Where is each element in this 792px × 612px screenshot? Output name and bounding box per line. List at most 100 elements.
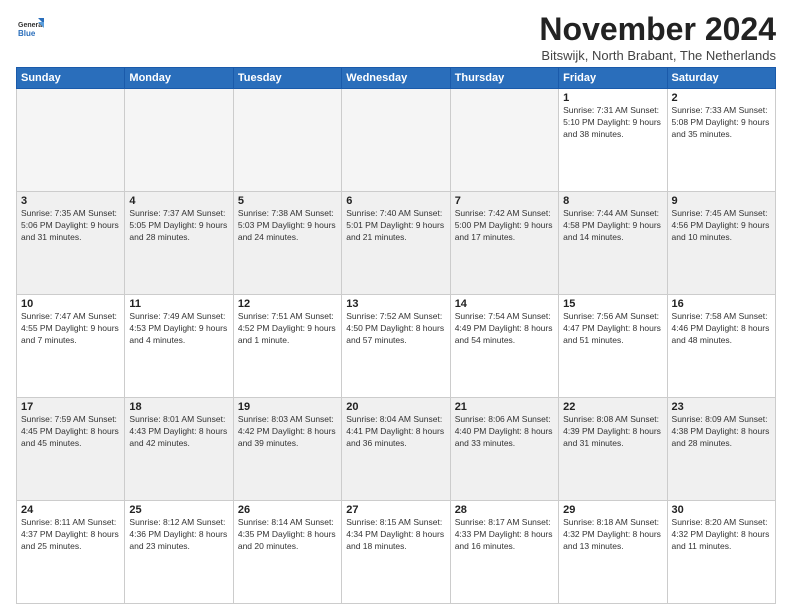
month-title: November 2024 xyxy=(539,12,776,47)
day-detail: Sunrise: 8:03 AM Sunset: 4:42 PM Dayligh… xyxy=(238,414,337,450)
day-number: 2 xyxy=(672,92,771,104)
header-row: General Blue November 2024 Bitswijk, Nor… xyxy=(16,12,776,63)
calendar-cell: 27Sunrise: 8:15 AM Sunset: 4:34 PM Dayli… xyxy=(342,501,450,604)
header-sunday: Sunday xyxy=(17,68,125,89)
day-number: 13 xyxy=(346,298,445,310)
day-number: 9 xyxy=(672,195,771,207)
calendar-cell: 1Sunrise: 7:31 AM Sunset: 5:10 PM Daylig… xyxy=(559,89,667,192)
calendar-cell: 6Sunrise: 7:40 AM Sunset: 5:01 PM Daylig… xyxy=(342,192,450,295)
calendar-cell: 17Sunrise: 7:59 AM Sunset: 4:45 PM Dayli… xyxy=(17,398,125,501)
calendar-cell: 14Sunrise: 7:54 AM Sunset: 4:49 PM Dayli… xyxy=(450,295,558,398)
day-number: 23 xyxy=(672,401,771,413)
day-number: 11 xyxy=(129,298,228,310)
day-detail: Sunrise: 7:33 AM Sunset: 5:08 PM Dayligh… xyxy=(672,105,771,141)
day-number: 25 xyxy=(129,504,228,516)
day-detail: Sunrise: 7:45 AM Sunset: 4:56 PM Dayligh… xyxy=(672,208,771,244)
calendar-cell xyxy=(17,89,125,192)
day-number: 10 xyxy=(21,298,120,310)
calendar-cell xyxy=(342,89,450,192)
day-detail: Sunrise: 7:47 AM Sunset: 4:55 PM Dayligh… xyxy=(21,311,120,347)
calendar-cell: 24Sunrise: 8:11 AM Sunset: 4:37 PM Dayli… xyxy=(17,501,125,604)
day-detail: Sunrise: 7:52 AM Sunset: 4:50 PM Dayligh… xyxy=(346,311,445,347)
day-number: 24 xyxy=(21,504,120,516)
day-number: 16 xyxy=(672,298,771,310)
day-detail: Sunrise: 7:51 AM Sunset: 4:52 PM Dayligh… xyxy=(238,311,337,347)
calendar-cell xyxy=(125,89,233,192)
day-number: 15 xyxy=(563,298,662,310)
day-detail: Sunrise: 8:01 AM Sunset: 4:43 PM Dayligh… xyxy=(129,414,228,450)
calendar-table: Sunday Monday Tuesday Wednesday Thursday… xyxy=(16,67,776,604)
day-detail: Sunrise: 8:06 AM Sunset: 4:40 PM Dayligh… xyxy=(455,414,554,450)
calendar-cell: 15Sunrise: 7:56 AM Sunset: 4:47 PM Dayli… xyxy=(559,295,667,398)
calendar-week-row: 1Sunrise: 7:31 AM Sunset: 5:10 PM Daylig… xyxy=(17,89,776,192)
page: General Blue November 2024 Bitswijk, Nor… xyxy=(0,0,792,612)
day-number: 1 xyxy=(563,92,662,104)
day-number: 27 xyxy=(346,504,445,516)
day-number: 5 xyxy=(238,195,337,207)
calendar-week-row: 10Sunrise: 7:47 AM Sunset: 4:55 PM Dayli… xyxy=(17,295,776,398)
day-detail: Sunrise: 8:17 AM Sunset: 4:33 PM Dayligh… xyxy=(455,517,554,553)
calendar-cell: 20Sunrise: 8:04 AM Sunset: 4:41 PM Dayli… xyxy=(342,398,450,501)
svg-text:Blue: Blue xyxy=(18,29,36,38)
calendar-cell: 10Sunrise: 7:47 AM Sunset: 4:55 PM Dayli… xyxy=(17,295,125,398)
calendar-cell: 11Sunrise: 7:49 AM Sunset: 4:53 PM Dayli… xyxy=(125,295,233,398)
logo-icon: General Blue xyxy=(16,14,44,42)
day-detail: Sunrise: 8:08 AM Sunset: 4:39 PM Dayligh… xyxy=(563,414,662,450)
calendar-cell: 19Sunrise: 8:03 AM Sunset: 4:42 PM Dayli… xyxy=(233,398,341,501)
day-detail: Sunrise: 7:56 AM Sunset: 4:47 PM Dayligh… xyxy=(563,311,662,347)
calendar-cell: 29Sunrise: 8:18 AM Sunset: 4:32 PM Dayli… xyxy=(559,501,667,604)
day-detail: Sunrise: 8:09 AM Sunset: 4:38 PM Dayligh… xyxy=(672,414,771,450)
calendar-cell: 4Sunrise: 7:37 AM Sunset: 5:05 PM Daylig… xyxy=(125,192,233,295)
day-detail: Sunrise: 7:37 AM Sunset: 5:05 PM Dayligh… xyxy=(129,208,228,244)
day-detail: Sunrise: 8:18 AM Sunset: 4:32 PM Dayligh… xyxy=(563,517,662,553)
calendar-week-row: 3Sunrise: 7:35 AM Sunset: 5:06 PM Daylig… xyxy=(17,192,776,295)
day-number: 8 xyxy=(563,195,662,207)
calendar-cell: 13Sunrise: 7:52 AM Sunset: 4:50 PM Dayli… xyxy=(342,295,450,398)
title-block: November 2024 Bitswijk, North Brabant, T… xyxy=(539,12,776,63)
calendar-cell: 28Sunrise: 8:17 AM Sunset: 4:33 PM Dayli… xyxy=(450,501,558,604)
day-detail: Sunrise: 7:40 AM Sunset: 5:01 PM Dayligh… xyxy=(346,208,445,244)
calendar-cell: 8Sunrise: 7:44 AM Sunset: 4:58 PM Daylig… xyxy=(559,192,667,295)
day-detail: Sunrise: 7:38 AM Sunset: 5:03 PM Dayligh… xyxy=(238,208,337,244)
day-detail: Sunrise: 7:31 AM Sunset: 5:10 PM Dayligh… xyxy=(563,105,662,141)
day-number: 22 xyxy=(563,401,662,413)
calendar-cell: 16Sunrise: 7:58 AM Sunset: 4:46 PM Dayli… xyxy=(667,295,775,398)
day-detail: Sunrise: 7:44 AM Sunset: 4:58 PM Dayligh… xyxy=(563,208,662,244)
header-saturday: Saturday xyxy=(667,68,775,89)
calendar-cell: 25Sunrise: 8:12 AM Sunset: 4:36 PM Dayli… xyxy=(125,501,233,604)
day-detail: Sunrise: 7:59 AM Sunset: 4:45 PM Dayligh… xyxy=(21,414,120,450)
day-number: 17 xyxy=(21,401,120,413)
location-subtitle: Bitswijk, North Brabant, The Netherlands xyxy=(539,48,776,63)
calendar-cell: 9Sunrise: 7:45 AM Sunset: 4:56 PM Daylig… xyxy=(667,192,775,295)
weekday-header-row: Sunday Monday Tuesday Wednesday Thursday… xyxy=(17,68,776,89)
calendar-week-row: 17Sunrise: 7:59 AM Sunset: 4:45 PM Dayli… xyxy=(17,398,776,501)
calendar-cell: 22Sunrise: 8:08 AM Sunset: 4:39 PM Dayli… xyxy=(559,398,667,501)
day-detail: Sunrise: 7:54 AM Sunset: 4:49 PM Dayligh… xyxy=(455,311,554,347)
calendar-cell: 5Sunrise: 7:38 AM Sunset: 5:03 PM Daylig… xyxy=(233,192,341,295)
logo: General Blue xyxy=(16,14,46,42)
calendar-cell: 2Sunrise: 7:33 AM Sunset: 5:08 PM Daylig… xyxy=(667,89,775,192)
calendar-cell: 12Sunrise: 7:51 AM Sunset: 4:52 PM Dayli… xyxy=(233,295,341,398)
calendar-week-row: 24Sunrise: 8:11 AM Sunset: 4:37 PM Dayli… xyxy=(17,501,776,604)
header-monday: Monday xyxy=(125,68,233,89)
calendar-cell: 18Sunrise: 8:01 AM Sunset: 4:43 PM Dayli… xyxy=(125,398,233,501)
header-wednesday: Wednesday xyxy=(342,68,450,89)
calendar-cell: 30Sunrise: 8:20 AM Sunset: 4:32 PM Dayli… xyxy=(667,501,775,604)
day-number: 30 xyxy=(672,504,771,516)
calendar-cell xyxy=(450,89,558,192)
day-detail: Sunrise: 7:49 AM Sunset: 4:53 PM Dayligh… xyxy=(129,311,228,347)
day-detail: Sunrise: 8:14 AM Sunset: 4:35 PM Dayligh… xyxy=(238,517,337,553)
day-number: 14 xyxy=(455,298,554,310)
calendar-cell: 23Sunrise: 8:09 AM Sunset: 4:38 PM Dayli… xyxy=(667,398,775,501)
day-number: 3 xyxy=(21,195,120,207)
calendar-cell: 26Sunrise: 8:14 AM Sunset: 4:35 PM Dayli… xyxy=(233,501,341,604)
day-number: 28 xyxy=(455,504,554,516)
header-tuesday: Tuesday xyxy=(233,68,341,89)
calendar-cell: 7Sunrise: 7:42 AM Sunset: 5:00 PM Daylig… xyxy=(450,192,558,295)
day-detail: Sunrise: 8:11 AM Sunset: 4:37 PM Dayligh… xyxy=(21,517,120,553)
day-number: 21 xyxy=(455,401,554,413)
day-number: 18 xyxy=(129,401,228,413)
day-detail: Sunrise: 7:42 AM Sunset: 5:00 PM Dayligh… xyxy=(455,208,554,244)
day-number: 26 xyxy=(238,504,337,516)
day-number: 12 xyxy=(238,298,337,310)
